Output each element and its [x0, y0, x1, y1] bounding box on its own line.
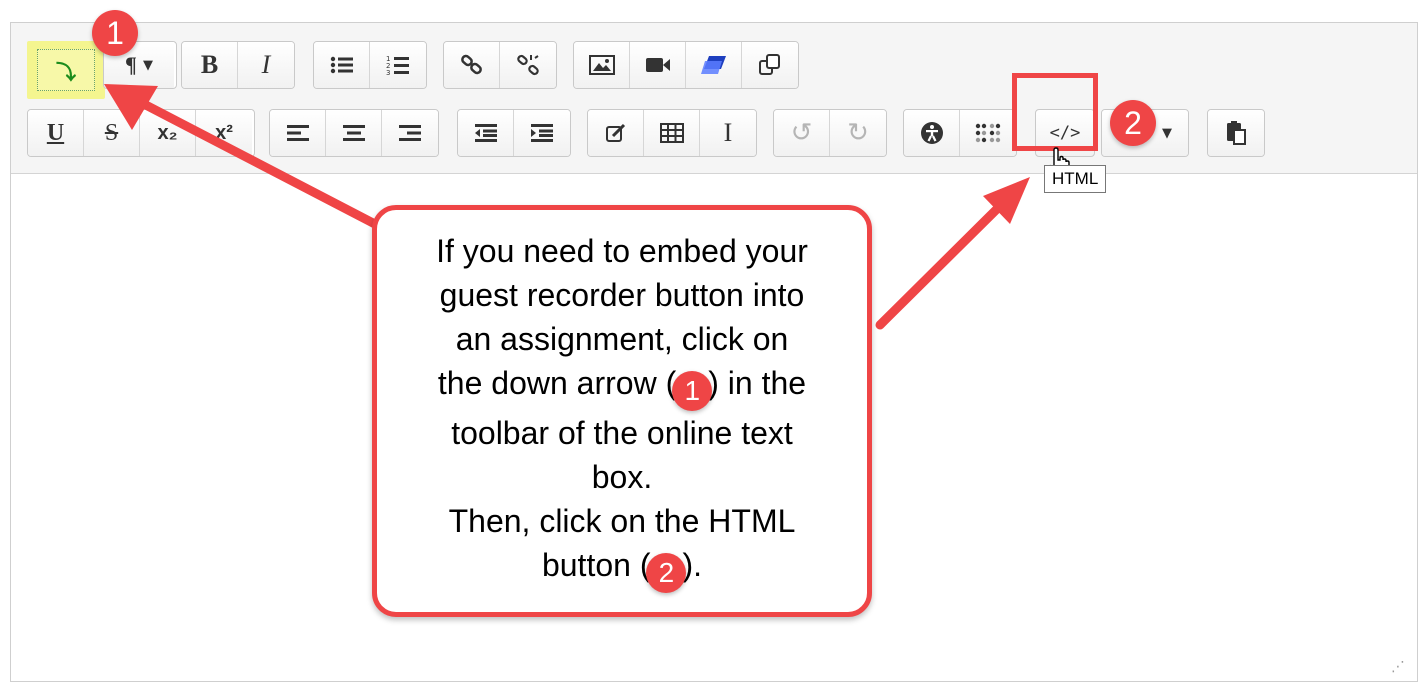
undo-button[interactable]: ↺	[774, 110, 830, 156]
align-center-icon	[342, 125, 365, 141]
paste-icon	[1227, 121, 1246, 145]
italic-button[interactable]: I	[238, 42, 294, 88]
link-icon	[460, 54, 482, 75]
chevron-down-icon: ▼	[1162, 125, 1172, 141]
callout-line: an assignment, click on	[455, 321, 789, 357]
table-button[interactable]	[644, 110, 700, 156]
equation-button[interactable]	[588, 110, 644, 156]
step-1-badge: 1	[92, 10, 138, 56]
accessibility-icon	[920, 122, 943, 144]
unordered-list-button[interactable]	[314, 42, 370, 88]
instruction-callout: If you need to embed your guest recorder…	[372, 205, 872, 617]
callout-line: guest recorder button into	[439, 277, 805, 313]
editor-toolbar: ⤵ ¶ ▼ B I 1 2 3 U S x₂ x² I ↺ ↻ ▼ </>	[11, 23, 1417, 174]
inline-step-2-badge: 2	[646, 553, 687, 593]
table-icon	[659, 123, 684, 143]
subscript-button[interactable]: x₂	[140, 110, 196, 156]
equation-icon	[605, 123, 625, 142]
align-left-icon	[286, 125, 309, 141]
accessibility-group	[903, 109, 1017, 157]
ordered-list-button[interactable]: 1 2 3	[370, 42, 426, 88]
recorder-button[interactable]	[686, 42, 742, 88]
alignment-group	[269, 109, 439, 157]
redo-button[interactable]: ↻	[830, 110, 886, 156]
callout-line: box.	[591, 459, 653, 495]
screenreader-helper-icon	[975, 123, 1001, 143]
screenreader-helper-button[interactable]	[960, 110, 1016, 156]
insert-image-button[interactable]	[574, 42, 630, 88]
align-left-button[interactable]	[270, 110, 326, 156]
indent-icon	[531, 124, 553, 142]
history-group: ↺ ↻	[773, 109, 887, 157]
step-2-badge: 2	[1110, 100, 1156, 146]
bold-button[interactable]: B	[182, 42, 238, 88]
indent-group	[457, 109, 571, 157]
callout-text-part: the down arrow (	[437, 365, 677, 401]
paste-group	[1207, 109, 1265, 157]
video-camera-icon	[645, 58, 670, 72]
font-style-group: B I	[181, 41, 295, 89]
resize-handle-icon[interactable]: ⋰	[1391, 659, 1405, 675]
callout-line: If you need to embed your	[436, 233, 808, 269]
toolbar-expand-button[interactable]: ⤵	[27, 41, 105, 99]
callout-line: Then, click on the HTML	[448, 503, 796, 539]
underline-button[interactable]: U	[28, 110, 84, 156]
paragraph-icon: ¶	[125, 52, 137, 77]
html-button[interactable]: </>	[1035, 109, 1095, 157]
strikethrough-button[interactable]: S	[84, 110, 140, 156]
undo-icon: ↺	[790, 118, 813, 148]
link-button[interactable]	[444, 42, 500, 88]
outdent-button[interactable]	[458, 110, 514, 156]
accessibility-checker-button[interactable]	[904, 110, 960, 156]
callout-text-part: ) in the	[708, 365, 807, 401]
clear-formatting-button[interactable]: I	[700, 110, 756, 156]
expand-arrow-icon: ⤵	[37, 49, 95, 91]
callout-line: button (2).	[436, 543, 808, 593]
redo-icon: ↻	[847, 118, 869, 148]
align-right-button[interactable]	[382, 110, 438, 156]
insert-group: I	[587, 109, 757, 157]
link-group	[443, 41, 557, 89]
text-style-group: U S x₂ x²	[27, 109, 255, 157]
callout-text: If you need to embed your guest recorder…	[436, 229, 808, 593]
align-center-button[interactable]	[326, 110, 382, 156]
outdent-icon	[474, 124, 497, 142]
superscript-button[interactable]: x²	[196, 110, 252, 156]
insert-media-button[interactable]	[630, 42, 686, 88]
callout-line: toolbar of the online text	[451, 415, 793, 451]
paste-button[interactable]	[1208, 110, 1264, 156]
svg-text:3: 3	[386, 69, 390, 76]
indent-button[interactable]	[514, 110, 570, 156]
media-group	[573, 41, 799, 89]
unlink-button[interactable]	[500, 42, 556, 88]
list-group: 1 2 3	[313, 41, 427, 89]
manage-files-icon	[759, 54, 780, 75]
image-icon	[588, 55, 615, 75]
html-tooltip: HTML	[1044, 165, 1107, 193]
recorder-icon	[700, 56, 726, 74]
unlink-icon	[517, 54, 539, 76]
bulleted-list-icon	[330, 56, 353, 74]
inline-step-1-badge: 1	[672, 371, 713, 411]
align-right-icon	[399, 125, 421, 141]
numbered-list-icon: 1 2 3	[386, 55, 409, 76]
manage-files-button[interactable]	[742, 42, 798, 88]
chevron-down-icon: ▼	[142, 57, 153, 73]
callout-text-part: button (	[541, 547, 651, 583]
callout-line: the down arrow (1) in the	[436, 361, 808, 411]
